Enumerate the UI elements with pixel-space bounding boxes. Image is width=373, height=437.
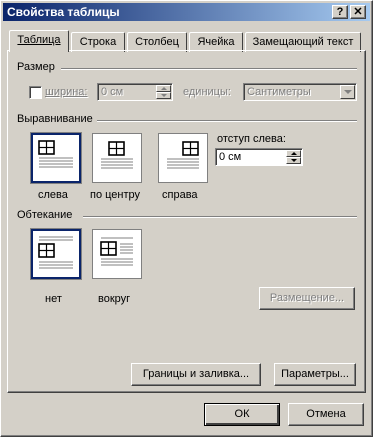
options-button[interactable]: Параметры... xyxy=(274,363,356,386)
tab-column-label: Столбец xyxy=(135,36,179,48)
width-value: 0 см xyxy=(101,86,124,98)
align-right-label: справа xyxy=(162,189,198,201)
align-center-icon xyxy=(101,141,133,169)
tab-column[interactable]: Столбец xyxy=(127,32,187,52)
cancel-button-label: Отмена xyxy=(306,408,346,420)
chevron-down-icon xyxy=(344,90,352,94)
ok-button[interactable]: ОК xyxy=(204,403,280,426)
width-label: ширина: xyxy=(45,86,88,98)
align-right-option[interactable] xyxy=(158,133,208,183)
wrap-around-option[interactable] xyxy=(92,229,142,279)
width-spin-up-icon[interactable] xyxy=(156,85,171,92)
indent-label: отступ слева: xyxy=(217,133,286,145)
tab-panel-table xyxy=(7,50,366,393)
help-button[interactable]: ? xyxy=(332,5,348,19)
align-right-icon xyxy=(167,141,199,169)
units-value: Сантиметры xyxy=(247,86,311,98)
tab-cell[interactable]: Ячейка xyxy=(189,32,243,52)
align-left-icon xyxy=(38,140,73,168)
borders-shading-button-label: Границы и заливка... xyxy=(142,368,250,380)
wrapping-divider xyxy=(83,216,357,218)
title-bar[interactable]: Свойства таблицы ? ✕ xyxy=(3,3,370,21)
positioning-button[interactable]: Размещение... xyxy=(259,287,355,310)
align-left-label: слева xyxy=(38,189,68,201)
alignment-divider xyxy=(97,120,357,122)
tab-cell-label: Ячейка xyxy=(197,36,235,48)
cancel-button[interactable]: Отмена xyxy=(288,403,364,426)
alignment-heading: Выравнивание xyxy=(17,113,93,125)
table-properties-dialog: Свойства таблицы ? ✕ Таблица Строка Стол… xyxy=(0,0,373,437)
wrap-none-label: нет xyxy=(45,293,62,305)
align-center-label: по центру xyxy=(90,189,141,201)
ok-button-label: ОК xyxy=(234,408,250,420)
tab-alt-text-label: Замещающий текст xyxy=(252,36,354,48)
positioning-button-label: Размещение... xyxy=(269,292,345,304)
tab-row-label: Строка xyxy=(79,36,117,48)
tab-alt-text[interactable]: Замещающий текст xyxy=(245,32,361,52)
window-title: Свойства таблицы xyxy=(7,5,120,19)
units-select[interactable]: Сантиметры xyxy=(243,83,357,101)
indent-spin-down-icon[interactable] xyxy=(286,157,301,164)
size-divider xyxy=(61,68,357,70)
width-input[interactable]: 0 см xyxy=(97,83,173,101)
close-button[interactable]: ✕ xyxy=(350,5,366,19)
wrap-none-option[interactable] xyxy=(30,228,82,280)
units-dropdown-button[interactable] xyxy=(340,85,355,99)
indent-spin-up-icon[interactable] xyxy=(286,150,301,157)
indent-value: 0 см xyxy=(219,151,242,163)
width-checkbox[interactable] xyxy=(29,86,42,99)
size-heading: Размер xyxy=(17,61,55,73)
wrap-around-icon xyxy=(100,237,133,266)
units-label: единицы: xyxy=(183,86,231,98)
tab-table[interactable]: Таблица xyxy=(9,30,69,52)
width-spin-down-icon[interactable] xyxy=(156,92,171,99)
options-button-label: Параметры... xyxy=(281,368,349,380)
tab-table-label: Таблица xyxy=(17,34,61,46)
wrap-none-icon xyxy=(38,236,73,269)
wrapping-heading: Обтекание xyxy=(17,209,73,221)
wrap-around-label: вокруг xyxy=(98,293,131,305)
align-center-option[interactable] xyxy=(92,133,142,183)
tab-row[interactable]: Строка xyxy=(71,32,125,52)
align-left-option[interactable] xyxy=(30,132,82,184)
indent-input[interactable]: 0 см xyxy=(215,148,303,166)
borders-shading-button[interactable]: Границы и заливка... xyxy=(131,363,261,386)
